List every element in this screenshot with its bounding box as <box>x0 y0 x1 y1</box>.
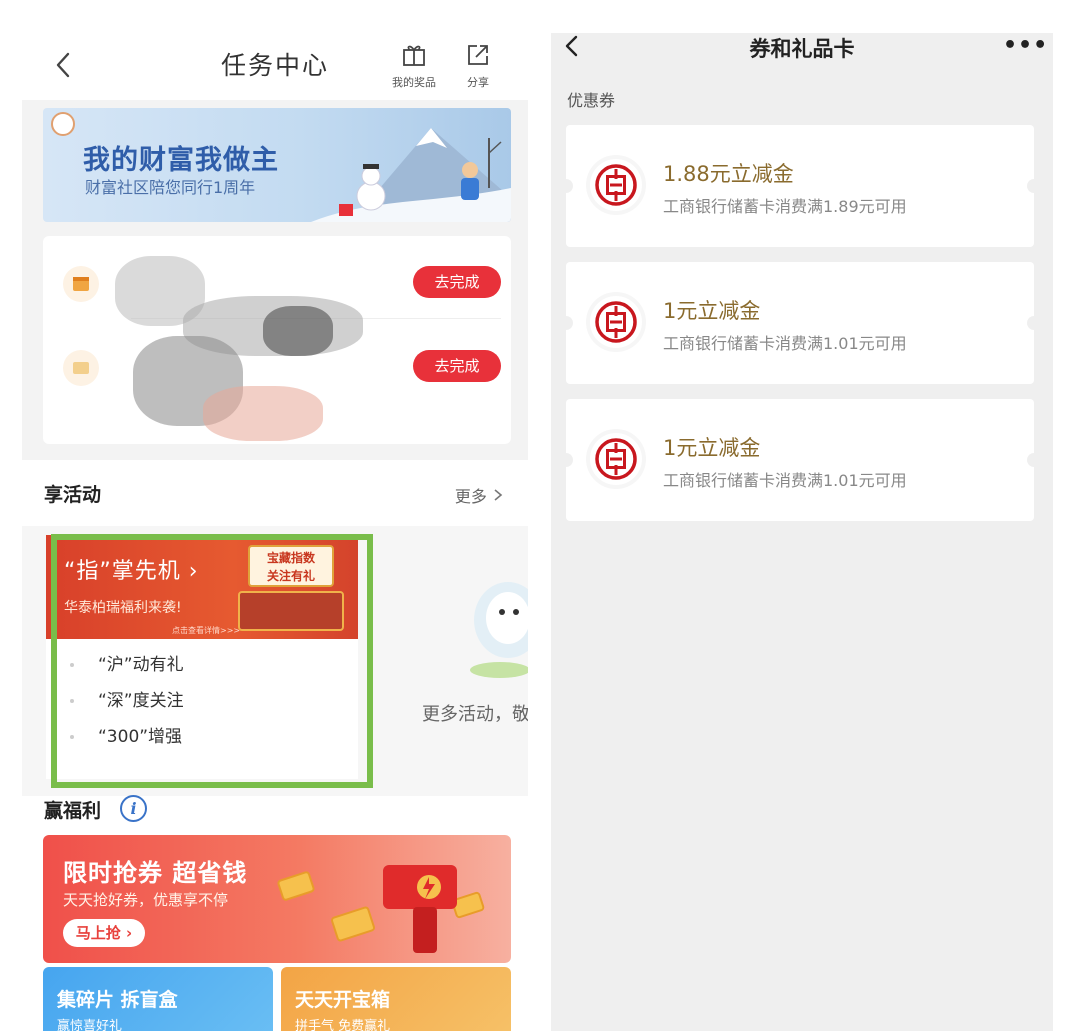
task-list: 去完成 去完成 <box>43 236 511 444</box>
coupons-screen: 券和礼品卡 ••• 优惠券 1.88元立减金 工商银行储蓄卡消费满1.89元可用… <box>551 33 1053 1031</box>
coupon-title: 1.88元立减金 <box>663 162 794 186</box>
more-label: 更多 <box>454 487 487 506</box>
mascot-illustration <box>470 582 528 678</box>
share-label: 分享 <box>467 76 489 89</box>
promo-title: 限时抢券 超省钱 <box>63 859 248 887</box>
coin-decoration <box>329 905 377 943</box>
activities-heading: 享活动 <box>44 484 102 506</box>
ticket-notch <box>559 453 573 467</box>
calendar-icon <box>63 266 99 302</box>
chevron-right-icon <box>492 487 504 506</box>
tile-subtitle: 赢惊喜好礼 <box>57 1019 123 1031</box>
community-logo <box>51 112 75 136</box>
coupon-card[interactable]: 1元立减金 工商银行储蓄卡消费满1.01元可用 <box>559 262 1041 384</box>
more-icon[interactable]: ••• <box>1003 33 1048 58</box>
tile-title: 集碎片 拆盲盒 <box>57 989 178 1011</box>
tile-subtitle: 拼手气 免费赢礼 <box>295 1019 391 1031</box>
coupon-card[interactable]: 1.88元立减金 工商银行储蓄卡消费满1.89元可用 <box>559 125 1041 247</box>
complete-task-button[interactable]: 去完成 <box>413 266 501 298</box>
banner-subtitle: 财富社区陪您同行1周年 <box>85 178 256 197</box>
complete-task-button[interactable]: 去完成 <box>413 350 501 382</box>
snow-scene-illustration <box>311 128 511 222</box>
task-center-screen: 任务中心 我的奖品 分享 我的财富我做主 财富社区陪您同行1周年 去完成 去完成… <box>22 28 528 1031</box>
coupon-description: 工商银行储蓄卡消费满1.89元可用 <box>663 197 907 216</box>
page-title: 券和礼品卡 <box>749 37 855 61</box>
more-activities-link[interactable]: 更多 <box>455 483 504 507</box>
redaction-scribble <box>263 306 333 356</box>
share-icon <box>465 45 491 72</box>
coupon-promo-banner[interactable]: 限时抢券 超省钱 天天抢好券，优惠享不停 马上抢 › <box>43 835 511 963</box>
coupons-section-label: 优惠券 <box>567 91 616 110</box>
top-bar: 任务中心 我的奖品 分享 <box>22 28 528 100</box>
gift-icon <box>401 45 427 72</box>
coupon-title: 1元立减金 <box>663 299 761 323</box>
coin-decoration <box>276 870 316 902</box>
icbc-logo <box>590 296 642 348</box>
ticket-notch <box>559 179 573 193</box>
highlight-frame <box>51 534 373 788</box>
collect-fragments-tile[interactable]: 集碎片 拆盲盒 赢惊喜好礼 <box>43 967 273 1031</box>
promo-subtitle: 天天抢好券，优惠享不停 <box>63 891 229 909</box>
coupon-description: 工商银行储蓄卡消费满1.01元可用 <box>663 334 907 353</box>
money-gun-illustration <box>383 865 457 953</box>
anniversary-banner[interactable]: 我的财富我做主 财富社区陪您同行1周年 <box>43 108 511 222</box>
coupon-title: 1元立减金 <box>663 436 761 460</box>
coupon-description: 工商银行储蓄卡消费满1.01元可用 <box>663 471 907 490</box>
my-prizes-label: 我的奖品 <box>392 76 436 89</box>
icbc-logo <box>590 159 642 211</box>
info-icon[interactable]: i <box>120 795 147 822</box>
more-activities-text: 更多活动，敬 <box>422 704 528 725</box>
benefits-heading: 赢福利 <box>44 800 102 822</box>
ticket-notch <box>1027 179 1041 193</box>
coupon-card[interactable]: 1元立减金 工商银行储蓄卡消费满1.01元可用 <box>559 399 1041 521</box>
ticket-notch <box>1027 453 1041 467</box>
banner-title: 我的财富我做主 <box>83 145 279 176</box>
icbc-logo <box>590 433 642 485</box>
ticket-notch <box>559 316 573 330</box>
grab-now-button[interactable]: 马上抢 › <box>63 919 145 947</box>
share-button[interactable]: 分享 <box>450 42 506 90</box>
my-prizes-button[interactable]: 我的奖品 <box>386 42 442 90</box>
tile-title: 天天开宝箱 <box>295 989 391 1011</box>
task-icon <box>63 350 99 386</box>
redaction-scribble <box>203 386 323 441</box>
ticket-notch <box>1027 316 1041 330</box>
treasure-box-tile[interactable]: 天天开宝箱 拼手气 免费赢礼 <box>281 967 511 1031</box>
